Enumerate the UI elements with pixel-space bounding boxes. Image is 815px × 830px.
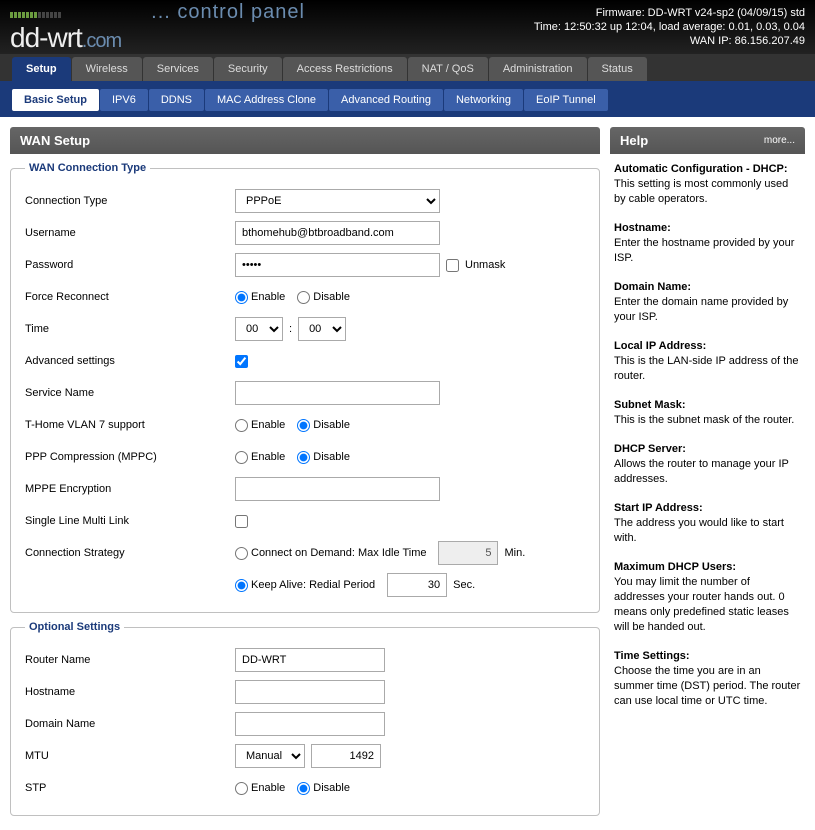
time-label: Time — [25, 323, 235, 335]
hostname-input[interactable] — [235, 680, 385, 704]
mppe-label: MPPE Encryption — [25, 483, 235, 495]
sub-tab-eoip-tunnel[interactable]: EoIP Tunnel — [524, 89, 608, 111]
conn-strategy-label: Connection Strategy — [25, 547, 235, 559]
mtu-value-input[interactable] — [311, 744, 381, 768]
help-item: Start IP Address:The address you would l… — [614, 501, 801, 546]
connection-type-select[interactable]: PPPoE — [235, 189, 440, 213]
mtu-mode-select[interactable]: Manual — [235, 744, 305, 768]
main-tab-access-restrictions[interactable]: Access Restrictions — [283, 57, 407, 81]
main-tab-services[interactable]: Services — [143, 57, 213, 81]
stp-disable-radio[interactable] — [297, 782, 310, 795]
max-idle-input[interactable] — [438, 541, 498, 565]
main-tabs: SetupWirelessServicesSecurityAccess Rest… — [0, 54, 815, 85]
connection-type-label: Connection Type — [25, 195, 235, 207]
control-panel-label: ... control panel — [151, 1, 305, 24]
optional-legend: Optional Settings — [25, 621, 124, 633]
thome-disable-radio[interactable] — [297, 419, 310, 432]
slml-checkbox[interactable] — [235, 515, 248, 528]
help-item: Domain Name:Enter the domain name provid… — [614, 280, 801, 325]
help-title: Help — [620, 133, 648, 148]
help-item: Automatic Configuration - DHCP:This sett… — [614, 162, 801, 207]
sub-tab-mac-address-clone[interactable]: MAC Address Clone — [205, 89, 328, 111]
adv-settings-checkbox[interactable] — [235, 355, 248, 368]
slml-label: Single Line Multi Link — [25, 515, 235, 527]
domain-label: Domain Name — [25, 718, 235, 730]
help-header: Help more... — [610, 127, 805, 154]
header-bar: dd-wrt.com ... control panel Firmware: D… — [0, 0, 815, 54]
sub-tab-ddns[interactable]: DDNS — [149, 89, 204, 111]
thome-label: T-Home VLAN 7 support — [25, 419, 235, 431]
help-body: Automatic Configuration - DHCP:This sett… — [610, 154, 805, 731]
password-label: Password — [25, 259, 235, 271]
ppp-comp-enable-radio[interactable] — [235, 451, 248, 464]
unmask-checkbox[interactable] — [446, 259, 459, 272]
stp-label: STP — [25, 782, 235, 794]
router-name-label: Router Name — [25, 654, 235, 666]
help-item: Local IP Address:This is the LAN-side IP… — [614, 339, 801, 384]
sub-tab-advanced-routing[interactable]: Advanced Routing — [329, 89, 443, 111]
wan-legend: WAN Connection Type — [25, 162, 150, 174]
logo-text: dd-wrt.com — [10, 22, 121, 54]
help-item: DHCP Server:Allows the router to manage … — [614, 442, 801, 487]
logo-area: dd-wrt.com ... control panel — [10, 1, 305, 54]
main-tab-setup[interactable]: Setup — [12, 57, 71, 81]
username-input[interactable] — [235, 221, 440, 245]
time-hour-select[interactable]: 00 — [235, 317, 283, 341]
help-more-link[interactable]: more... — [764, 135, 795, 146]
status-info: Firmware: DD-WRT v24-sp2 (04/09/15) std … — [534, 6, 805, 48]
service-name-input[interactable] — [235, 381, 440, 405]
username-label: Username — [25, 227, 235, 239]
time-min-select[interactable]: 00 — [298, 317, 346, 341]
hostname-label: Hostname — [25, 686, 235, 698]
force-reconnect-disable-radio[interactable] — [297, 291, 310, 304]
sub-tab-basic-setup[interactable]: Basic Setup — [12, 89, 99, 111]
main-tab-administration[interactable]: Administration — [489, 57, 587, 81]
ppp-comp-disable-radio[interactable] — [297, 451, 310, 464]
sub-tab-ipv6[interactable]: IPV6 — [100, 89, 148, 111]
main-tab-nat-qos[interactable]: NAT / QoS — [408, 57, 488, 81]
main-tab-security[interactable]: Security — [214, 57, 282, 81]
main-tab-status[interactable]: Status — [588, 57, 647, 81]
password-input[interactable] — [235, 253, 440, 277]
force-reconnect-enable-radio[interactable] — [235, 291, 248, 304]
help-item: Maximum DHCP Users:You may limit the num… — [614, 560, 801, 635]
main-tab-wireless[interactable]: Wireless — [72, 57, 142, 81]
adv-settings-label: Advanced settings — [25, 355, 235, 367]
mppe-input[interactable] — [235, 477, 440, 501]
help-item: Time Settings:Choose the time you are in… — [614, 649, 801, 709]
firmware-text: Firmware: DD-WRT v24-sp2 (04/09/15) std — [534, 6, 805, 20]
optional-settings-fieldset: Optional Settings Router Name Hostname D… — [10, 621, 600, 816]
logo-dots-icon — [10, 12, 121, 18]
wan-ip-text: WAN IP: 86.156.207.49 — [534, 34, 805, 48]
redial-period-input[interactable] — [387, 573, 447, 597]
ppp-comp-label: PPP Compression (MPPC) — [25, 451, 235, 463]
help-item: Hostname:Enter the hostname provided by … — [614, 221, 801, 266]
time-text: Time: 12:50:32 up 12:04, load average: 0… — [534, 20, 805, 34]
sub-tabs: Basic SetupIPV6DDNSMAC Address CloneAdva… — [0, 85, 815, 117]
domain-input[interactable] — [235, 712, 385, 736]
thome-enable-radio[interactable] — [235, 419, 248, 432]
connect-on-demand-radio[interactable] — [235, 547, 248, 560]
help-item: Subnet Mask:This is the subnet mask of t… — [614, 398, 801, 428]
force-reconnect-label: Force Reconnect — [25, 291, 235, 303]
keep-alive-radio[interactable] — [235, 579, 248, 592]
mtu-label: MTU — [25, 750, 235, 762]
panel-title: WAN Setup — [10, 127, 600, 154]
service-name-label: Service Name — [25, 387, 235, 399]
router-name-input[interactable] — [235, 648, 385, 672]
wan-connection-fieldset: WAN Connection Type Connection Type PPPo… — [10, 162, 600, 613]
unmask-label: Unmask — [465, 259, 505, 271]
stp-enable-radio[interactable] — [235, 782, 248, 795]
sub-tab-networking[interactable]: Networking — [444, 89, 523, 111]
